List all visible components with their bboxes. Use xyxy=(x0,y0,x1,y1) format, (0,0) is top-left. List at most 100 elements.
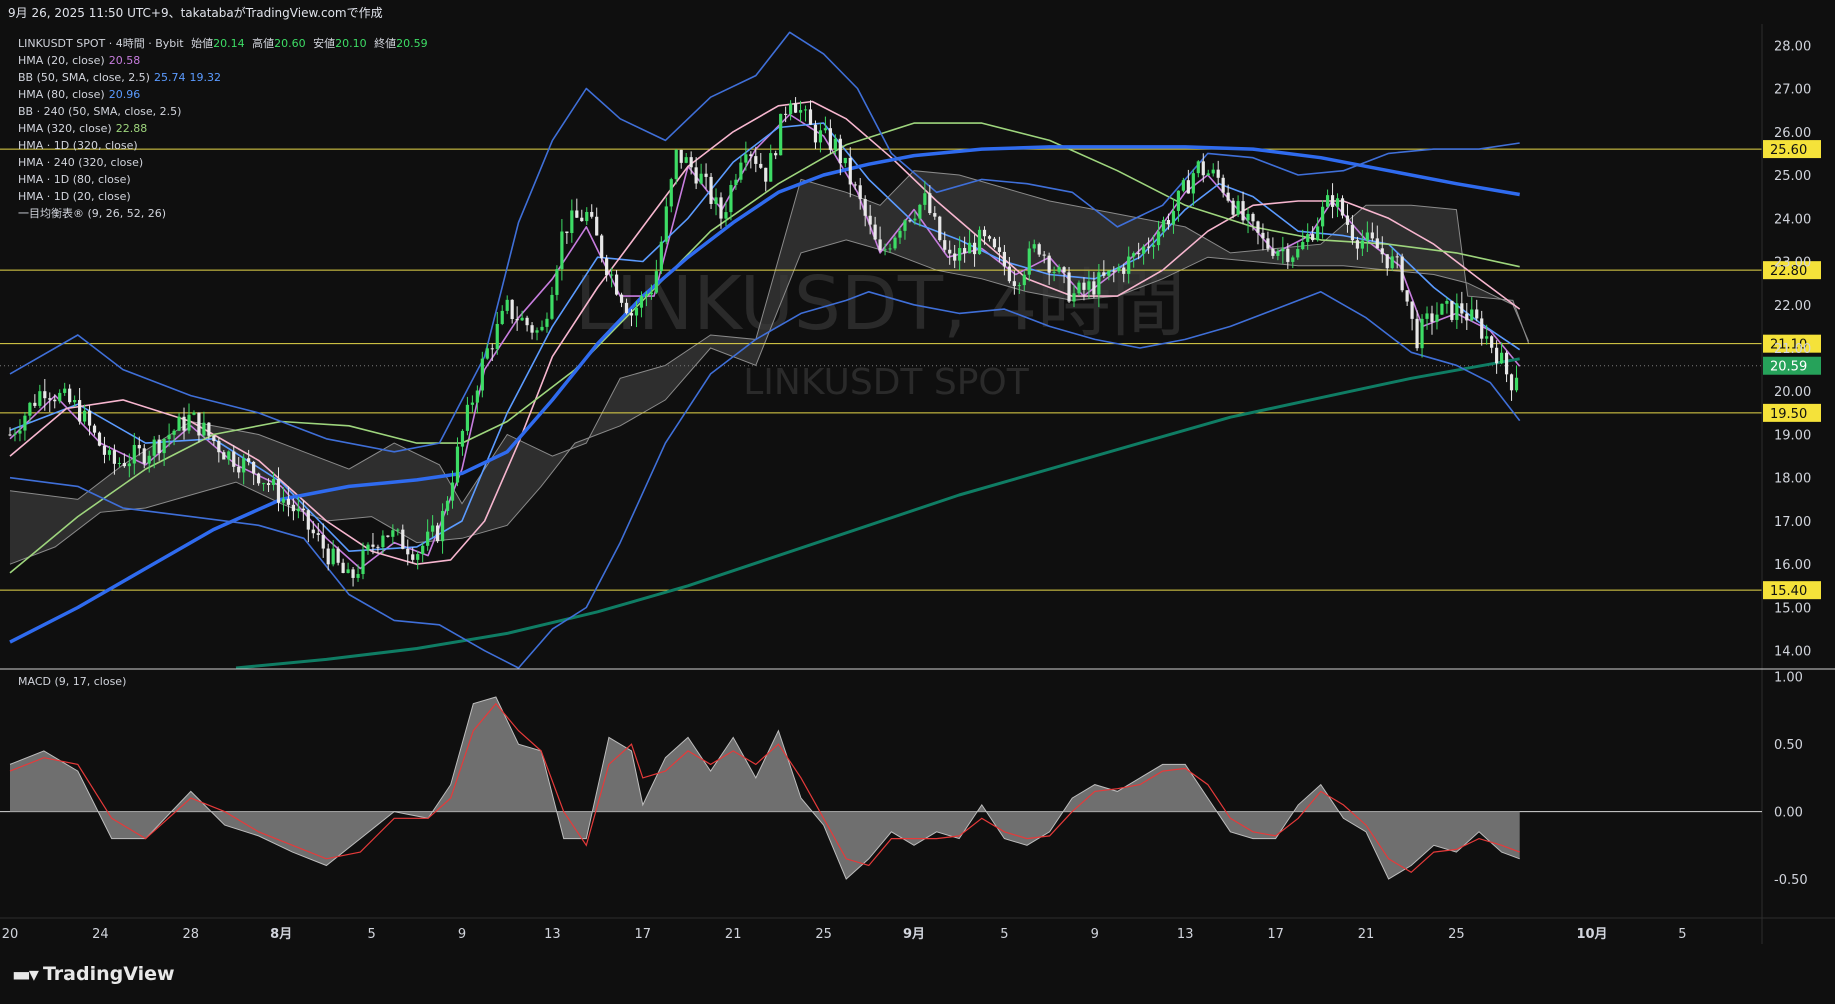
candle-body xyxy=(247,458,251,462)
time-tick-label: 17 xyxy=(635,927,652,942)
candle-body xyxy=(1211,169,1215,174)
candle-body xyxy=(1092,281,1096,295)
candle-body xyxy=(18,430,22,434)
legend-indicator[interactable]: BB (50, SMA, close, 2.5) 25.74 19.32 xyxy=(18,69,428,86)
candle-body xyxy=(426,531,430,546)
candle-body xyxy=(719,197,723,219)
candle-body xyxy=(520,317,524,321)
candle-body xyxy=(729,184,733,213)
legend-indicator[interactable]: 一目均衡表® (9, 26, 52, 26) xyxy=(18,205,428,222)
candle-body xyxy=(1365,232,1369,241)
candle-body xyxy=(1032,244,1036,249)
legend-indicator[interactable]: HMA (320, close) 22.88 xyxy=(18,120,428,137)
candle-body xyxy=(938,216,942,241)
candle-body xyxy=(1286,248,1290,262)
candle-body xyxy=(1007,266,1011,282)
legend-indicator-value: 20.96 xyxy=(108,88,141,101)
legend-indicator[interactable]: HMA · 240 (320, close) xyxy=(18,154,428,171)
candle-body xyxy=(639,295,644,308)
candle-body xyxy=(1375,238,1379,249)
candle-body xyxy=(73,400,77,403)
candle-body xyxy=(1256,221,1260,233)
candle-body xyxy=(958,248,962,261)
candle-body xyxy=(1117,267,1121,272)
legend-indicator[interactable]: HMA (20, close) 20.58 xyxy=(18,52,428,69)
legend-indicator[interactable]: BB · 240 (50, SMA, close, 2.5) xyxy=(18,103,428,120)
candle-body xyxy=(1266,238,1270,249)
candle-body xyxy=(1047,255,1051,273)
candle-body xyxy=(903,220,907,231)
legend-low: 20.10 xyxy=(335,37,367,50)
price-tick-label: 23.00 xyxy=(1774,256,1811,271)
candle-body xyxy=(590,211,594,217)
time-axis[interactable]: 20 24 28 8月 5 9 13 17 21 25 9月 5 9 13 17 21 25 10月 5 xyxy=(2,927,1687,942)
time-tick-label: 9月 xyxy=(903,927,925,942)
time-tick-label: 21 xyxy=(1358,927,1375,942)
candle-body xyxy=(1509,374,1514,391)
price-level-label: 15.40 xyxy=(1770,584,1807,599)
candle-body xyxy=(1360,240,1364,249)
candle-body xyxy=(1325,195,1330,207)
candle-body xyxy=(1296,249,1300,258)
candle-body xyxy=(445,500,450,511)
candle-body xyxy=(1465,313,1469,321)
candle-body xyxy=(162,439,166,454)
candle-body xyxy=(928,193,932,214)
candle-body xyxy=(28,402,32,416)
candle-body xyxy=(614,274,619,295)
candle-body xyxy=(321,534,325,549)
candle-body xyxy=(1132,253,1136,257)
candle-body xyxy=(1107,270,1111,276)
candle-body xyxy=(1370,232,1374,239)
tradingview-brand[interactable]: ▬▾ TradingView xyxy=(12,962,175,986)
candle-body xyxy=(943,240,947,250)
candle-body xyxy=(1022,274,1026,286)
candle-body xyxy=(1037,244,1041,255)
candle-body xyxy=(699,173,703,184)
candle-body xyxy=(87,410,92,426)
legend-indicator[interactable]: HMA · 1D (20, close) xyxy=(18,188,428,205)
candle-body xyxy=(202,422,206,436)
price-tick-label: 17.00 xyxy=(1774,515,1811,530)
candle-body xyxy=(1112,270,1116,272)
candle-body xyxy=(182,416,186,431)
legend-indicator[interactable]: HMA · 1D (80, close) xyxy=(18,171,428,188)
candle-body xyxy=(1281,248,1285,252)
legend-indicator[interactable]: HMA (80, close) 20.96 xyxy=(18,86,428,103)
candle-body xyxy=(331,548,335,565)
legend-symbol-row[interactable]: LINKUSDT SPOT · 4時間 · Bybit 始値20.14 高値20… xyxy=(18,35,428,52)
macd-pane xyxy=(0,696,1762,880)
legend-symbol: LINKUSDT SPOT · 4時間 · Bybit xyxy=(18,37,184,50)
price-tick-label: 18.00 xyxy=(1774,472,1811,487)
candle-body xyxy=(610,274,614,276)
price-tick-label: 15.00 xyxy=(1774,601,1811,616)
candle-body xyxy=(1251,213,1255,222)
candle-body xyxy=(585,211,589,222)
legend-indicator-label: 一目均衡表® (9, 26, 52, 26) xyxy=(18,207,167,220)
chart-header: 9月 26, 2025 11:50 UTC+9、takatabaがTrading… xyxy=(8,6,383,20)
macd-area xyxy=(10,697,1520,879)
legend-indicator[interactable]: HMA · 1D (320, close) xyxy=(18,137,428,154)
legend-indicator-label: BB (50, SMA, close, 2.5) xyxy=(18,71,150,84)
candle-body xyxy=(644,294,649,296)
candle-body xyxy=(460,430,465,447)
candle-body xyxy=(172,430,176,435)
candle-body xyxy=(1097,272,1101,295)
candle-body xyxy=(1137,253,1141,255)
time-tick-label: 9 xyxy=(1091,927,1099,942)
candle-body xyxy=(1181,180,1185,191)
candle-body xyxy=(798,110,803,113)
candle-body xyxy=(769,153,773,182)
time-tick-label: 25 xyxy=(815,927,832,942)
candle-body xyxy=(1082,282,1086,290)
candle-body xyxy=(112,450,117,464)
candle-body xyxy=(1291,257,1295,262)
candle-body xyxy=(624,302,629,314)
candle-body xyxy=(187,414,191,431)
candle-body xyxy=(1475,309,1479,319)
price-tick-label: 24.00 xyxy=(1774,212,1811,227)
candle-body xyxy=(575,210,579,218)
candle-body xyxy=(421,545,425,555)
candle-body xyxy=(401,529,405,549)
candle-body xyxy=(545,318,549,327)
